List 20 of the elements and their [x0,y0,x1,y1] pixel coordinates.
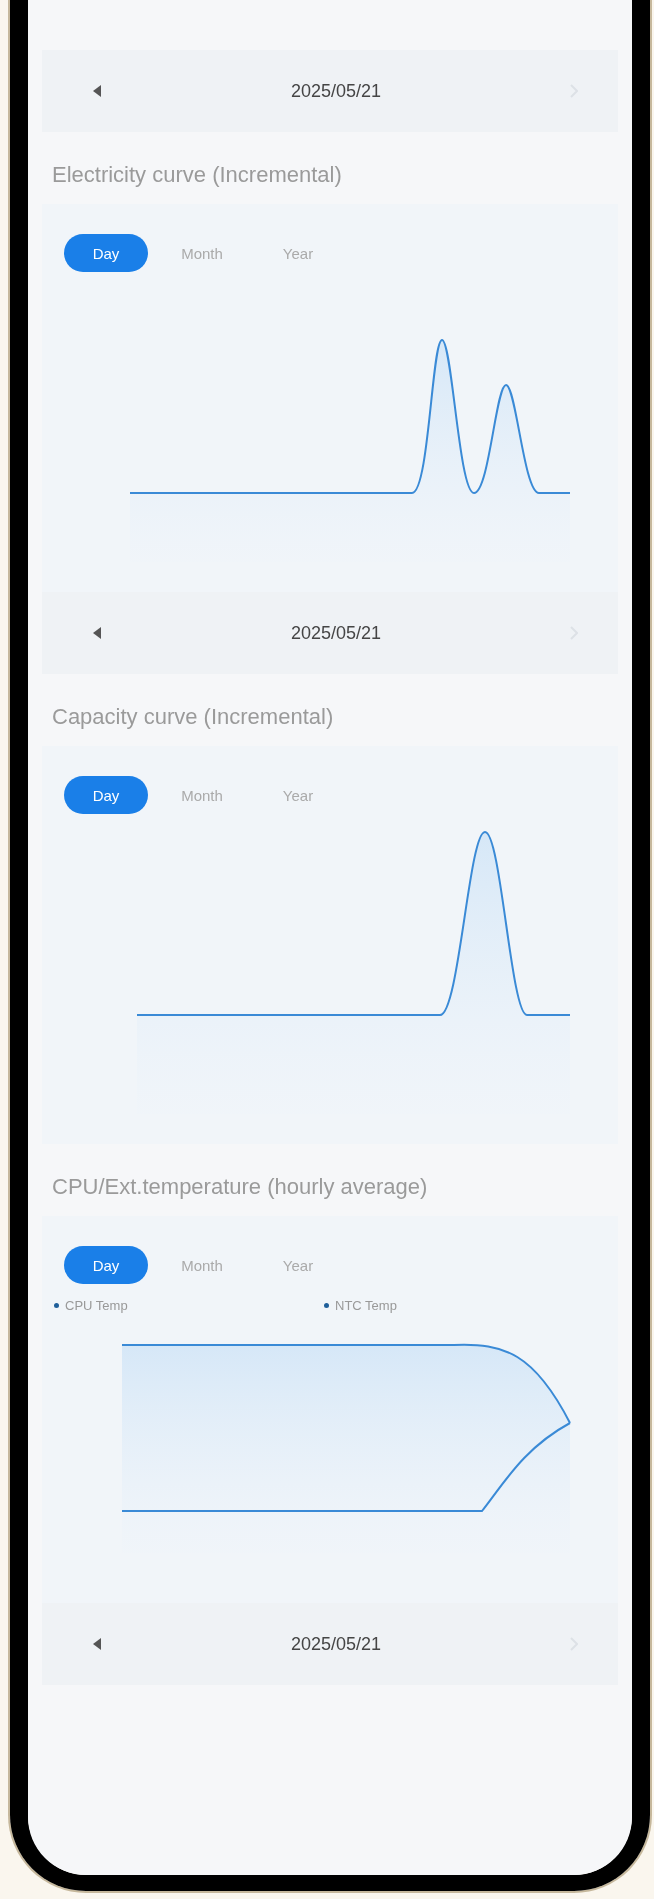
section-title: Electricity curve (Incremental) [51,161,343,189]
section-title: Capacity curve (Incremental) [51,703,335,731]
section-title: CPU/Ext.temperature (hourly average) [51,1173,429,1201]
period-tab[interactable]: Month [160,776,244,814]
legend-item: CPU Temp [54,1298,324,1313]
period-tab[interactable]: Day [64,776,148,814]
period-tab[interactable]: Month [160,1246,244,1284]
legend-item: NTC Temp [324,1298,594,1313]
period-tab[interactable]: Year [256,1246,340,1284]
date-label: 2025/05/21 [290,1633,382,1655]
left-arrow-icon[interactable] [92,626,102,640]
period-tab[interactable]: Day [64,234,148,272]
period-tab[interactable]: Year [256,776,340,814]
date-label: 2025/05/21 [290,80,382,102]
period-tab[interactable]: Year [256,234,340,272]
date-label: 2025/05/21 [290,622,382,644]
period-tab[interactable]: Month [160,234,244,272]
left-arrow-icon[interactable] [92,84,102,98]
left-arrow-icon[interactable] [92,1637,102,1651]
period-tab[interactable]: Day [64,1246,148,1284]
